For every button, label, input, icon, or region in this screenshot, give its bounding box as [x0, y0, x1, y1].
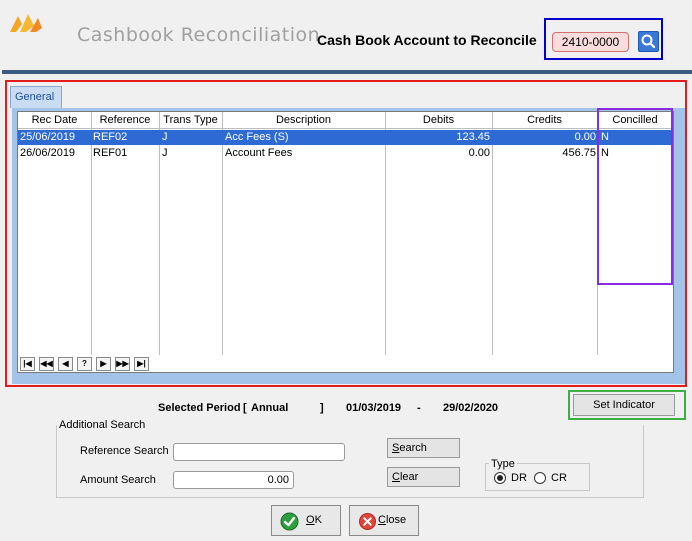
column-header[interactable]: Trans Type — [159, 114, 222, 126]
check-circle-icon — [280, 512, 299, 531]
concilled-column-annotation — [597, 108, 673, 285]
reference-search-label: Reference Search — [80, 445, 169, 457]
account-field[interactable]: 2410-0000 — [552, 32, 629, 52]
column-header[interactable]: Reference — [91, 114, 159, 126]
search-button-label: earch — [399, 442, 427, 454]
type-dr-label: DR — [511, 472, 527, 484]
period-bracket-open: [ — [243, 402, 247, 414]
cell-debits: 0.00 — [468, 147, 490, 159]
cell-reference: REF02 — [93, 131, 128, 143]
nav-prev-button[interactable]: ◀ — [58, 357, 73, 371]
transactions-grid[interactable]: Rec Date Reference Trans Type Descriptio… — [17, 111, 674, 373]
record-navigator: |◀ ◀◀ ◀ ? ▶ ▶▶ ▶| — [20, 357, 155, 371]
cell-credits: 456.75 — [562, 147, 596, 159]
set-indicator-button[interactable]: Set Indicator — [573, 394, 675, 416]
ok-button-rest: K — [314, 514, 322, 526]
account-selector-annotation: 2410-0000 — [544, 18, 663, 60]
close-button-accel: C — [378, 514, 386, 526]
period-name: Annual — [251, 402, 289, 414]
amount-search-label: Amount Search — [80, 474, 156, 486]
cell-trans-type: J — [162, 131, 168, 143]
period-bracket-close: ] — [320, 402, 324, 414]
app-logo-icon — [10, 14, 42, 32]
close-button[interactable]: Close — [349, 505, 419, 536]
ok-button-label: OK — [306, 506, 322, 535]
close-button-label: Close — [378, 506, 406, 535]
account-search-button[interactable] — [638, 31, 659, 52]
clear-button-label: lear — [399, 471, 419, 483]
nav-next-button[interactable]: ▶ — [96, 357, 111, 371]
tab-general[interactable]: General — [10, 86, 62, 108]
x-circle-icon — [359, 513, 376, 530]
clear-button-accel: C — [392, 471, 400, 483]
nav-find-button[interactable]: ? — [77, 357, 92, 371]
search-button[interactable]: Search — [387, 438, 460, 458]
cell-debits: 123.45 — [456, 131, 490, 143]
account-label: Cash Book Account to Reconcile — [317, 32, 537, 48]
cell-rec-date: 25/06/2019 — [20, 131, 76, 143]
type-cr-label: CR — [551, 472, 567, 484]
period-to-date: 29/02/2020 — [443, 402, 499, 414]
nav-next-page-button[interactable]: ▶▶ — [115, 357, 130, 371]
reference-search-input[interactable] — [173, 443, 345, 461]
window-header: Cashbook Reconciliation Cash Book Accoun… — [0, 0, 692, 72]
cell-credits: 0.00 — [574, 131, 596, 143]
table-row[interactable]: 25/06/2019 REF02 J Acc Fees (S) 123.45 0… — [18, 130, 673, 145]
column-header[interactable]: Rec Date — [18, 114, 91, 126]
additional-search-title: Additional Search — [59, 419, 149, 431]
ok-button-accel: O — [306, 514, 315, 526]
clear-button[interactable]: Clear — [387, 467, 460, 487]
type-title: Type — [489, 458, 517, 470]
cell-trans-type: J — [162, 147, 168, 159]
header-divider — [2, 70, 692, 74]
nav-first-button[interactable]: |◀ — [20, 357, 35, 371]
period-from-date: 01/03/2019 — [346, 402, 402, 414]
amount-search-input[interactable] — [173, 471, 294, 489]
type-cr-radio[interactable] — [534, 472, 546, 484]
column-header[interactable]: Description — [222, 114, 385, 126]
close-button-rest: lose — [385, 514, 407, 526]
cell-description: Acc Fees (S) — [225, 131, 289, 143]
grid-header: Rec Date Reference Trans Type Descriptio… — [18, 112, 673, 129]
cell-reference: REF01 — [93, 147, 128, 159]
table-row[interactable]: 26/06/2019 REF01 J Account Fees 0.00 456… — [18, 146, 673, 161]
app-title: Cashbook Reconciliation — [77, 24, 321, 46]
period-label: Selected Period — [158, 402, 241, 414]
magnifier-icon — [641, 34, 656, 49]
ok-button[interactable]: OK — [271, 505, 341, 536]
cell-description: Account Fees — [225, 147, 293, 159]
nav-last-button[interactable]: ▶| — [134, 357, 149, 371]
cell-rec-date: 26/06/2019 — [20, 147, 76, 159]
column-header[interactable]: Credits — [492, 114, 597, 126]
period-separator: - — [417, 402, 421, 414]
column-header[interactable]: Debits — [385, 114, 492, 126]
nav-prev-page-button[interactable]: ◀◀ — [39, 357, 54, 371]
type-dr-radio[interactable] — [494, 472, 506, 484]
